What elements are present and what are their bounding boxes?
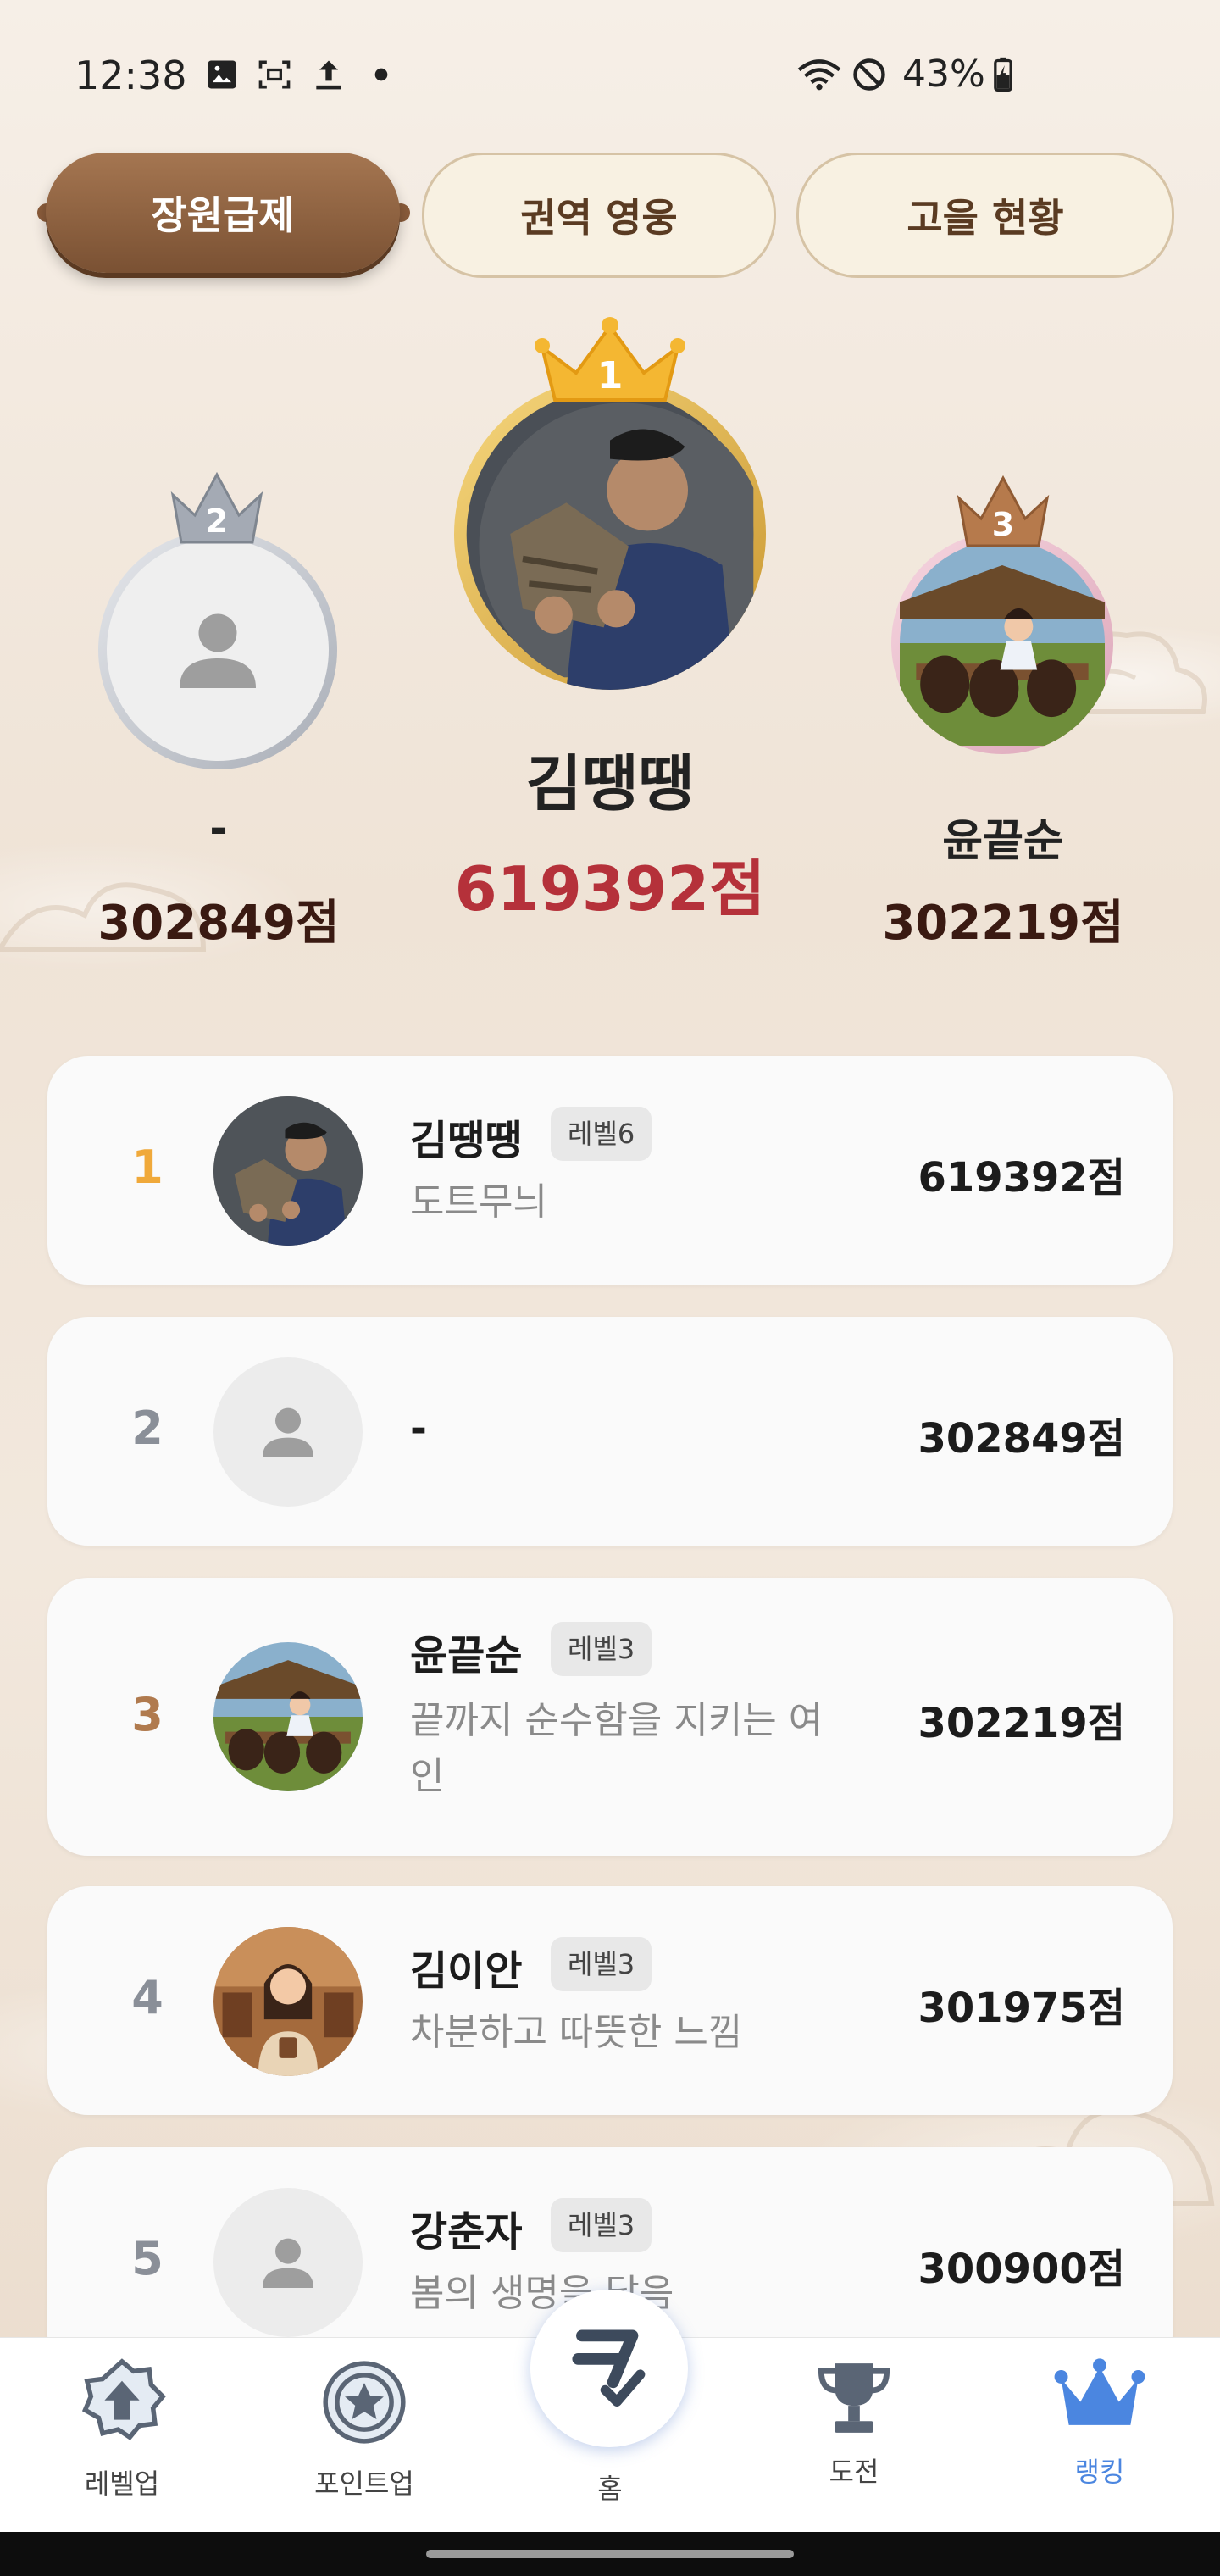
row-name: 김땡땡 <box>410 1117 523 1164</box>
rank-2-number: 2 <box>206 502 228 540</box>
status-bar: 12:38 43% <box>0 0 1220 153</box>
avatar-jars-girl <box>900 541 1105 746</box>
podium-second-avatar[interactable] <box>98 530 337 769</box>
row-description-line1: 끝까지 순수함을 지키는 여 <box>410 1699 824 1742</box>
default-person-icon <box>263 2238 313 2288</box>
crown-icon <box>1054 2358 1145 2425</box>
home-gesture-indicator[interactable] <box>426 2550 794 2558</box>
star-badge-icon <box>323 2361 406 2444</box>
rank-number: 2 <box>131 1402 164 1455</box>
image-notification-icon <box>208 60 236 89</box>
upload-icon <box>316 60 341 90</box>
home-logo-icon <box>572 2329 646 2407</box>
podium-second-name: - <box>209 803 228 854</box>
row-score: 302849점 <box>918 1415 1125 1463</box>
nav-home-label: 홈 <box>597 2473 623 2505</box>
nav-level-up[interactable]: 레벨업 <box>46 2356 198 2500</box>
row-avatar <box>214 2188 363 2337</box>
do-not-disturb-icon <box>853 58 885 91</box>
level-badge: 레벨3 <box>551 1937 652 1991</box>
battery-charging-icon <box>994 57 1012 92</box>
level-badge: 레벨3 <box>551 2198 652 2252</box>
ranking-row-4[interactable]: 4 김이안 레벨3 차분하고 따뜻한 느낌 301975점 <box>47 1886 1173 2115</box>
row-score: 619392점 <box>918 1154 1125 1202</box>
row-description-line2: 인 <box>410 1755 445 1798</box>
tab-jangwon-geupje[interactable]: 장원급제 <box>46 153 400 273</box>
rank-number: 3 <box>131 1688 164 1741</box>
podium-third-name: 윤끝순 <box>942 816 1064 867</box>
row-description: 도트무늬 <box>410 1180 547 1224</box>
rank-number: 5 <box>131 2232 164 2285</box>
rank-number: 1 <box>131 1141 164 1194</box>
bronze-crown-icon: 3 <box>957 475 1050 547</box>
row-name: 강춘자 <box>410 2208 523 2256</box>
podium-first-name: 김땡땡 <box>525 748 695 819</box>
nav-challenge[interactable]: 도전 <box>778 2356 930 2488</box>
row-name: - <box>410 1405 427 1452</box>
battery-percent: 43% <box>902 53 985 96</box>
avatar-photo-man <box>214 1096 363 1246</box>
rank-3-number: 3 <box>992 506 1014 543</box>
default-person-icon <box>180 613 256 688</box>
nav-home-button[interactable] <box>530 2290 688 2447</box>
row-avatar <box>214 1096 363 1246</box>
nav-label: 랭킹 <box>1074 2456 1125 2488</box>
gold-crown-icon: 1 <box>535 317 685 402</box>
ranking-row-3[interactable]: 3 윤끝순 레벨3 끝까지 순수함을 지키는 여 인 302219점 <box>47 1578 1173 1856</box>
nav-label: 레벨업 <box>84 2468 160 2500</box>
podium-first-avatar[interactable] <box>454 378 766 690</box>
row-name: 김이안 <box>410 1947 523 1995</box>
podium-third-score: 302219점 <box>882 896 1124 951</box>
row-avatar <box>214 1927 363 2076</box>
nav-label: 포인트업 <box>314 2468 414 2500</box>
default-person-icon <box>263 1407 313 1457</box>
nav-point-up[interactable]: 포인트업 <box>288 2356 441 2500</box>
podium-second-score: 302849점 <box>97 896 340 951</box>
tab-village-status[interactable]: 고을 현황 <box>796 153 1174 278</box>
avatar-woman-cafe <box>214 1927 363 2076</box>
avatar-photo-man <box>466 390 754 690</box>
level-badge: 레벨3 <box>551 1622 652 1676</box>
row-name: 윤끝순 <box>410 1632 523 1679</box>
row-score: 302219점 <box>918 1700 1125 1747</box>
trophy-icon <box>818 2363 890 2433</box>
podium-third-avatar[interactable] <box>891 532 1113 754</box>
dot-icon <box>374 68 388 81</box>
rank-number: 4 <box>131 1971 164 2024</box>
ranking-row-1[interactable]: 1 김땡땡 레벨6 도트무늬 619392점 <box>47 1056 1173 1285</box>
row-avatar <box>214 1357 363 1507</box>
level-badge: 레벨6 <box>551 1107 652 1161</box>
level-up-icon <box>81 2358 166 2440</box>
screenshot-icon <box>258 60 291 89</box>
silver-crown-icon: 2 <box>170 471 263 544</box>
row-description: 차분하고 따뜻한 느낌 <box>410 2011 743 2054</box>
row-score: 301975점 <box>918 1985 1125 2032</box>
rank-1-number: 1 <box>597 354 624 397</box>
ranking-row-2[interactable]: 2 - 302849점 <box>47 1317 1173 1546</box>
nav-ranking[interactable]: 랭킹 <box>1023 2356 1176 2488</box>
nav-label: 도전 <box>829 2456 879 2488</box>
clock: 12:38 <box>75 53 187 98</box>
wifi-icon <box>797 59 841 91</box>
podium-first-score: 619392점 <box>454 853 766 924</box>
row-avatar <box>214 1642 363 1791</box>
row-score: 300900점 <box>918 2246 1125 2293</box>
avatar-jars-girl <box>214 1642 363 1791</box>
tab-regional-hero[interactable]: 권역 영웅 <box>422 153 776 278</box>
